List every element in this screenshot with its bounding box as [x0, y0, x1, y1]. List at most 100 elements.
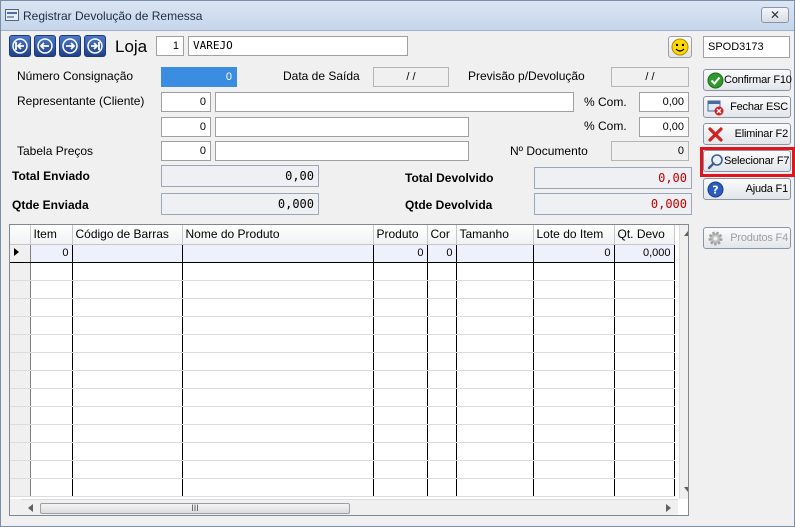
grid-cell[interactable] [427, 262, 457, 281]
grid-cell[interactable] [456, 478, 534, 497]
grid-cell[interactable] [72, 370, 183, 389]
table-row[interactable] [10, 262, 675, 281]
grid-cell[interactable] [30, 424, 73, 443]
grid-cell[interactable] [373, 262, 428, 281]
grid-cell[interactable] [72, 478, 183, 497]
col-header-qt[interactable]: Qt. Devo [614, 225, 675, 245]
grid-cell[interactable] [533, 460, 615, 479]
grid-cell[interactable] [614, 406, 675, 425]
second-name-field[interactable] [215, 117, 469, 137]
grid-cell[interactable] [456, 370, 534, 389]
col-header-codigo[interactable]: Código de Barras [72, 225, 183, 245]
scroll-left-icon[interactable] [27, 504, 33, 512]
grid-cell[interactable] [427, 424, 457, 443]
table-row[interactable] [10, 370, 675, 389]
grid-cell[interactable] [533, 352, 615, 371]
grid-cell[interactable] [30, 280, 73, 299]
grid-cell[interactable] [614, 262, 675, 281]
grid-cell[interactable] [427, 334, 457, 353]
grid-cell[interactable] [30, 262, 73, 281]
grid-cell[interactable] [30, 298, 73, 317]
close-button[interactable]: ✕ [761, 7, 789, 23]
grid-cell[interactable] [456, 316, 534, 335]
selecionar-button[interactable]: Selecionar F7 [703, 150, 791, 172]
grid-cell[interactable] [533, 334, 615, 353]
col-header-produto[interactable]: Produto [373, 225, 428, 245]
grid-cell[interactable] [30, 388, 73, 407]
grid-cell[interactable] [72, 298, 183, 317]
grid-cell[interactable] [182, 478, 374, 497]
loja-name-field[interactable]: VAREJO [188, 36, 408, 56]
grid-cell[interactable] [614, 334, 675, 353]
grid-cell[interactable] [373, 460, 428, 479]
grid-cell[interactable] [456, 424, 534, 443]
scroll-down-icon[interactable] [684, 487, 689, 493]
grid-cell[interactable] [456, 262, 534, 281]
grid-cell[interactable] [456, 442, 534, 461]
cell-qt[interactable]: 0,000 [614, 244, 675, 263]
grid-cell[interactable] [72, 424, 183, 443]
cell-cor[interactable]: 0 [427, 244, 457, 263]
grid-cell[interactable] [373, 406, 428, 425]
previsao-devolucao-field[interactable]: / / [611, 67, 689, 87]
col-header-item[interactable]: Item [30, 225, 73, 245]
grid-cell[interactable] [533, 370, 615, 389]
grid-cell[interactable] [72, 406, 183, 425]
grid-cell[interactable] [533, 388, 615, 407]
grid-horizontal-scrollbar[interactable]: III [22, 499, 678, 515]
grid-cell[interactable] [72, 460, 183, 479]
grid-cell[interactable] [427, 370, 457, 389]
numero-consignacao-field[interactable]: 0 [161, 67, 237, 87]
grid-cell[interactable] [182, 334, 374, 353]
scroll-right-icon[interactable] [666, 504, 672, 512]
cell-lote[interactable]: 0 [533, 244, 615, 263]
grid-cell[interactable] [30, 352, 73, 371]
first-record-button[interactable] [9, 35, 31, 57]
grid-cell[interactable] [72, 388, 183, 407]
grid-cell[interactable] [373, 388, 428, 407]
grid-cell[interactable] [614, 352, 675, 371]
grid-cell[interactable] [533, 298, 615, 317]
fechar-button[interactable]: Fechar ESC [703, 96, 791, 118]
grid-cell[interactable] [533, 280, 615, 299]
grid-cell[interactable] [72, 262, 183, 281]
grid-cell[interactable] [456, 280, 534, 299]
col-header-tamanho[interactable]: Tamanho [456, 225, 534, 245]
col-header-lote[interactable]: Lote do Item [533, 225, 615, 245]
grid-cell[interactable] [373, 280, 428, 299]
grid-cell[interactable] [456, 352, 534, 371]
col-header-cor[interactable]: Cor [427, 225, 457, 245]
grid-cell[interactable] [614, 478, 675, 497]
grid-cell[interactable] [373, 334, 428, 353]
grid-cell[interactable] [533, 262, 615, 281]
grid-cell[interactable] [182, 352, 374, 371]
grid-cell[interactable] [373, 370, 428, 389]
table-row[interactable] [10, 460, 675, 479]
grid-cell[interactable] [373, 424, 428, 443]
cell-item[interactable]: 0 [30, 244, 73, 263]
grid-cell[interactable] [614, 388, 675, 407]
grid-cell[interactable] [30, 478, 73, 497]
grid-cell[interactable] [427, 298, 457, 317]
representante-code-field[interactable]: 0 [161, 92, 211, 112]
table-row[interactable] [10, 388, 675, 407]
grid-cell[interactable] [30, 442, 73, 461]
table-row[interactable] [10, 334, 675, 353]
grid-cell[interactable] [533, 424, 615, 443]
grid-cell[interactable] [614, 316, 675, 335]
grid-cell[interactable] [30, 460, 73, 479]
previous-record-button[interactable] [34, 35, 56, 57]
com-field-1[interactable]: 0,00 [639, 92, 689, 112]
grid-cell[interactable] [533, 406, 615, 425]
scroll-thumb[interactable]: III [40, 503, 350, 514]
status-smiley-button[interactable] [668, 36, 692, 58]
documento-field[interactable]: 0 [611, 141, 689, 161]
grid-cell[interactable] [533, 478, 615, 497]
grid-cell[interactable] [456, 406, 534, 425]
grid-cell[interactable] [182, 280, 374, 299]
grid-cell[interactable] [614, 280, 675, 299]
grid-cell[interactable] [72, 352, 183, 371]
second-code-field[interactable]: 0 [161, 117, 211, 137]
grid-cell[interactable] [182, 388, 374, 407]
col-header-nome[interactable]: Nome do Produto [182, 225, 374, 245]
